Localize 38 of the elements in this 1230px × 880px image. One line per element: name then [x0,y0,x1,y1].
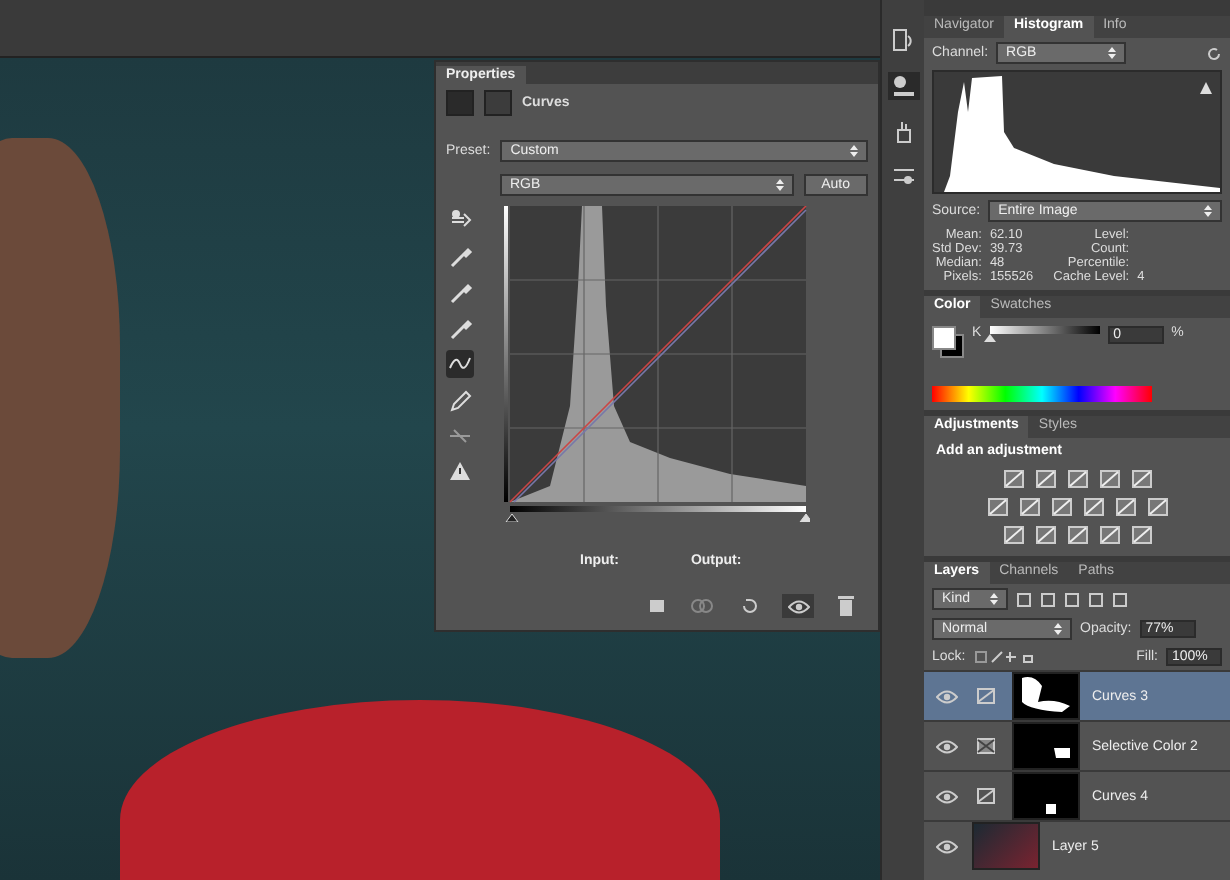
sliders-icon[interactable] [891,164,915,188]
color-swatches[interactable] [932,326,964,358]
caret-icon [1108,46,1117,60]
adjustment-filter-icon[interactable] [1040,591,1056,607]
layer-mask-thumbnail [1012,772,1080,820]
eye-icon[interactable] [936,839,958,853]
curves-adjustment-icon [972,688,1000,704]
image-filter-icon[interactable] [1016,591,1032,607]
lock-icons[interactable] [973,650,1034,664]
input-slider-handle[interactable] [505,513,519,522]
caret-icon [990,592,998,606]
slider-thumb[interactable] [983,334,996,342]
curves-graph-drawing[interactable] [509,206,807,503]
refresh-icon[interactable] [1206,45,1222,61]
caret-icon [1054,622,1062,636]
curves-adjustment-icon [972,788,1000,804]
eyedropper-tool-icon[interactable] [446,242,474,270]
eyedropper-tool-icon[interactable] [446,278,474,306]
caret-icon [1204,204,1212,218]
selective-color-icon [972,738,1000,754]
caret-icon [850,144,858,158]
smart-filter-icon[interactable] [1112,591,1128,607]
layer-mask-thumbnail [1012,722,1080,770]
layer-thumbnail [972,822,1040,870]
warning-tool-icon[interactable] [446,458,474,486]
eye-icon[interactable] [936,789,958,803]
color-spectrum[interactable] [932,386,1152,402]
input-slider-handle[interactable] [799,513,810,522]
eye-icon[interactable] [787,599,809,613]
eyedropper-tool-icon[interactable] [446,314,474,342]
pencil-tool-icon[interactable] [446,386,474,414]
eye-icon[interactable] [936,739,958,753]
layer-mask-thumbnail [1012,672,1080,720]
type-filter-icon[interactable] [1064,591,1080,607]
shape-filter-icon[interactable] [1088,591,1104,607]
curve-tool-icon[interactable] [446,350,474,378]
caret-icon [775,178,784,192]
visibility-toggle[interactable] [782,594,814,618]
